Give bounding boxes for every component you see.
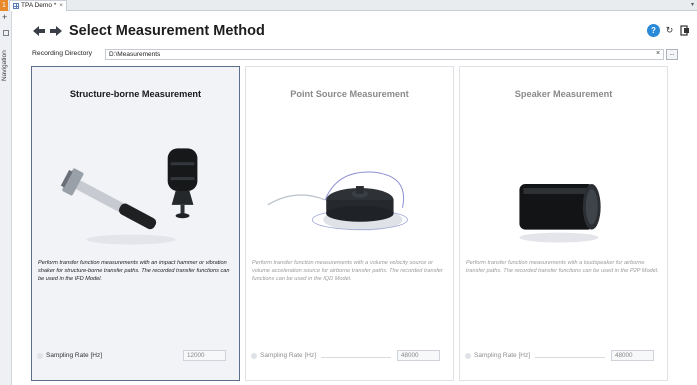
tab-number-badge: 1	[0, 0, 8, 11]
sampling-rate-label: Sampling Rate [Hz]	[260, 352, 316, 359]
sampling-rate-input[interactable]: 48000	[397, 350, 440, 361]
sampling-rate-input[interactable]: 48000	[611, 350, 654, 361]
refresh-icon[interactable]: ↻	[663, 24, 676, 37]
sampling-rate-row: Sampling Rate [Hz] 48000	[465, 350, 664, 362]
loudspeaker-image	[519, 184, 601, 243]
card-title: Structure-borne Measurement	[69, 89, 202, 99]
document-tab-strip: 1 TPA Demo * × ▾	[0, 0, 697, 11]
sampling-rate-radio[interactable]	[37, 353, 43, 359]
clear-icon[interactable]: ×	[656, 50, 660, 57]
card-description: Perform transfer function measurements w…	[252, 260, 443, 282]
structure-borne-card[interactable]: Structure-borne Measurement Perform tran…	[31, 66, 240, 381]
card-description: Perform transfer function measurements w…	[466, 260, 659, 274]
point-source-card[interactable]: Point Source Measurement Perform transfe…	[245, 66, 454, 381]
browse-button[interactable]: ...	[666, 49, 678, 60]
grid-icon	[13, 3, 19, 9]
sampling-rate-radio[interactable]	[465, 353, 471, 359]
sampling-rate-label: Sampling Rate [Hz]	[46, 352, 102, 359]
sampling-rate-label: Sampling Rate [Hz]	[474, 352, 530, 359]
exit-icon[interactable]	[679, 24, 692, 37]
tab-label: TPA Demo *	[21, 2, 57, 9]
recording-directory-input[interactable]: D:\Measurements	[105, 49, 664, 60]
tab-close-icon[interactable]: ×	[59, 1, 63, 11]
sampling-rate-input[interactable]: 12000	[183, 350, 226, 361]
sampling-rate-radio[interactable]	[251, 353, 257, 359]
forward-button[interactable]	[49, 24, 63, 38]
sampling-rate-row: Sampling Rate [Hz] 12000	[37, 350, 236, 362]
add-icon[interactable]: +	[2, 13, 7, 22]
card-description: Perform transfer function measurements w…	[38, 260, 230, 282]
speaker-card[interactable]: Speaker Measurement Perform transfer fun…	[459, 66, 668, 381]
page-header: Select Measurement Method ? ↻	[12, 11, 697, 49]
page-title: Select Measurement Method	[69, 23, 265, 39]
back-button[interactable]	[32, 24, 46, 38]
recording-directory-label: Recording Directory	[32, 50, 93, 57]
arrow-left-icon	[33, 26, 45, 36]
sampling-rate-row: Sampling Rate [Hz] 48000	[251, 350, 450, 362]
recording-directory-row: Recording Directory D:\Measurements × ..…	[12, 49, 697, 61]
arrow-right-icon	[50, 26, 62, 36]
navigation-rail: + Navigation	[0, 11, 12, 385]
tab-tpa-demo[interactable]: TPA Demo * ×	[9, 0, 68, 11]
volume-source-image	[267, 171, 408, 231]
tab-list-dropdown-icon[interactable]: ▾	[691, 1, 694, 8]
divider-line	[535, 357, 605, 358]
navigation-panel-tab[interactable]: Navigation	[1, 50, 8, 81]
impact-hammer-shaker-image	[60, 148, 198, 245]
card-title: Speaker Measurement	[514, 89, 613, 99]
help-icon[interactable]: ?	[647, 24, 660, 37]
card-title: Point Source Measurement	[290, 89, 409, 99]
panel-toggle-icon[interactable]	[3, 30, 9, 36]
divider-line	[321, 357, 391, 358]
